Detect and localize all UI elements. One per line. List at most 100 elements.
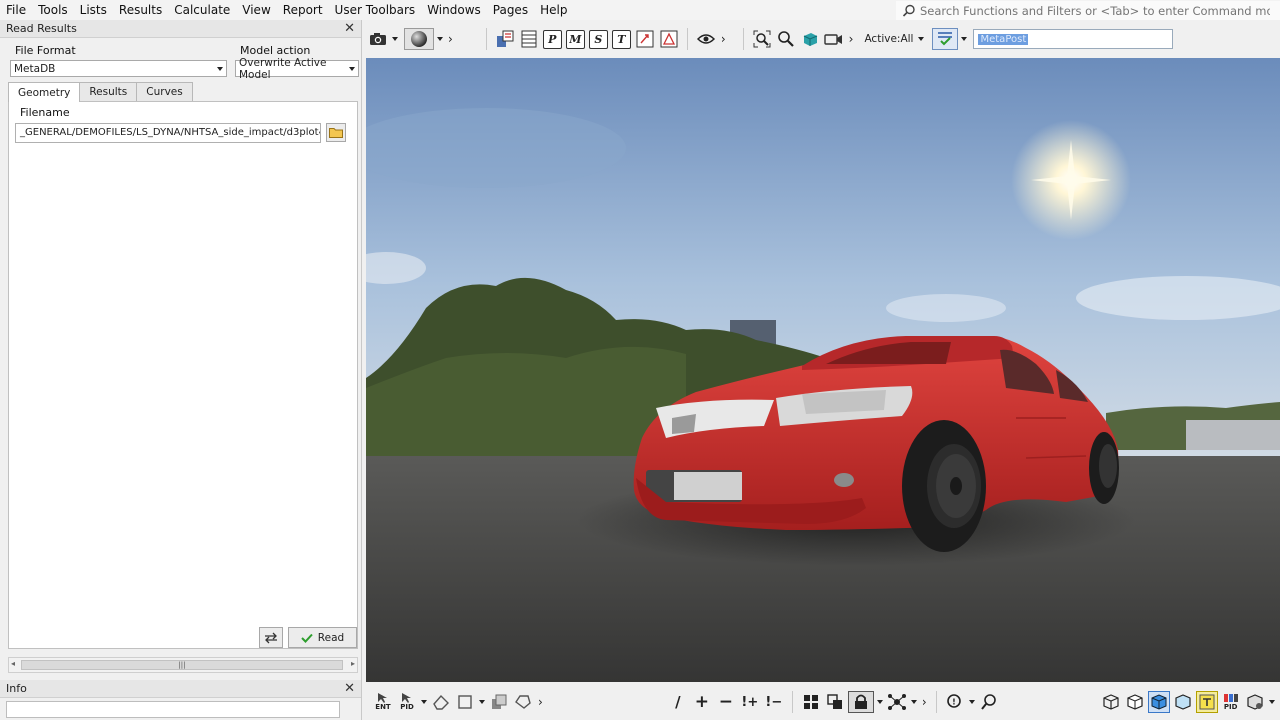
shaded-button[interactable] [1147,691,1170,713]
chevron-down-icon[interactable] [961,37,968,41]
filter-button[interactable] [932,28,959,50]
polygon-select-button[interactable] [512,691,534,713]
chevron-down-icon[interactable] [392,37,398,41]
menu-lists[interactable]: Lists [74,0,113,20]
search-entity-button[interactable] [978,691,1000,713]
annotation-toggle-button[interactable] [1195,691,1218,713]
zoom-button[interactable] [775,28,797,50]
lock-button[interactable] [847,691,874,713]
swap-button[interactable] [259,627,283,648]
tab-geometry[interactable]: Geometry [8,82,81,102]
filename-input[interactable]: _GENERAL/DEMOFILES/LS_DYNA/NHTSA_side_im… [15,122,321,143]
part-button[interactable]: P [542,29,562,49]
menu-report[interactable]: Report [277,0,329,20]
active-all-label[interactable]: Active:All [864,33,913,45]
clear-icon[interactable] [318,128,321,137]
menu-user-toolbars[interactable]: User Toolbars [329,0,422,20]
not-minus-icon: !− [765,694,783,710]
tab-results[interactable]: Results [79,82,138,101]
screenshot-button[interactable] [367,28,389,50]
chevron-down-icon[interactable] [1268,700,1275,704]
chevron-right-icon[interactable]: › [849,32,854,46]
wireframe-button[interactable] [1100,691,1122,713]
svg-text:!: ! [952,698,956,707]
menu-pages[interactable]: Pages [487,0,534,20]
chevron-down-icon[interactable] [437,37,443,41]
select-pid-button[interactable]: PID [396,691,418,713]
video-camera-icon [823,34,842,45]
model-action-value: Overwrite Active Model [239,56,327,81]
set-button[interactable]: S [588,29,608,49]
line-tool-button[interactable]: / [667,691,689,713]
browse-button[interactable] [326,123,346,142]
3d-viewport[interactable] [366,58,1280,682]
chevron-down-icon[interactable] [876,700,883,704]
model-tree-button[interactable] [494,28,516,50]
hidden-line-button[interactable] [1124,691,1146,713]
menu-file[interactable]: File [0,0,32,20]
scroll-right-icon[interactable]: ▸ [351,659,355,668]
file-format-select[interactable]: MetaDB [10,60,227,77]
search-input[interactable] [920,3,1270,18]
identify-button[interactable]: ! [944,691,966,713]
pid-color-button[interactable]: PID [1220,691,1242,713]
close-icon[interactable]: ✕ [344,681,355,696]
chevron-right-icon[interactable]: › [721,32,726,46]
tab-curves[interactable]: Curves [136,82,193,101]
remove-button[interactable]: − [715,691,737,713]
chevron-down-icon[interactable] [910,700,917,704]
box-select-button[interactable] [454,691,476,713]
eraser-button[interactable] [430,691,452,713]
add-only-button[interactable]: !+ [739,691,761,713]
select-entity-button[interactable]: ENT [372,691,394,713]
sphere-icon [411,31,427,47]
scrollbar-thumb[interactable]: ||| [21,660,343,670]
panel-header: Read Results ✕ [0,20,361,38]
remove-only-button[interactable]: !− [763,691,785,713]
read-button[interactable]: Read [288,627,357,648]
menu-help[interactable]: Help [534,0,573,20]
render-options-button[interactable] [1244,691,1266,713]
chevron-right-icon[interactable]: › [448,32,453,46]
info-content [6,701,340,718]
chevron-down-icon[interactable] [479,700,485,704]
add-button[interactable]: + [691,691,713,713]
annotation-icon [660,30,678,48]
horizontal-scrollbar[interactable]: ◂ ||| ▸ [8,657,358,673]
model-tree-icon [496,30,514,47]
annotation-button[interactable] [658,28,680,50]
overlap-button[interactable] [824,691,846,713]
camera-view-button[interactable] [823,28,845,50]
menu-windows[interactable]: Windows [421,0,487,20]
ent-label: ENT [375,703,391,711]
chevron-down-icon[interactable] [421,700,427,704]
minus-icon: − [718,692,733,712]
chevron-right-icon[interactable]: › [538,695,543,709]
chevron-down-icon[interactable] [918,37,925,41]
menu-results[interactable]: Results [113,0,168,20]
render-mode-button[interactable] [404,28,434,50]
grid-button[interactable] [800,691,822,713]
view-cube-button[interactable] [799,28,821,50]
model-action-select[interactable]: Overwrite Active Model [235,57,359,81]
transparent-button[interactable] [1172,691,1194,713]
menu-view[interactable]: View [236,0,276,20]
chevron-down-icon[interactable] [968,700,975,704]
close-icon[interactable]: ✕ [344,21,355,36]
attach-button[interactable] [634,28,656,50]
top-toolbar: › P M S T › › Active:All MetaPost [366,22,1280,56]
magnifier-icon [777,31,794,47]
menu-calculate[interactable]: Calculate [168,0,236,20]
visibility-button[interactable] [695,28,717,50]
connectivity-button[interactable] [886,691,908,713]
scroll-left-icon[interactable]: ◂ [11,659,15,668]
chevron-right-icon[interactable]: › [922,695,927,709]
zoom-fit-button[interactable] [751,28,773,50]
type-button[interactable]: T [611,29,631,49]
layers-button[interactable] [488,691,510,713]
list-view-button[interactable] [518,28,540,50]
material-button[interactable]: M [565,29,585,49]
filter-check-icon [938,32,953,46]
metapost-field[interactable]: MetaPost [973,29,1174,49]
menu-tools[interactable]: Tools [32,0,74,20]
